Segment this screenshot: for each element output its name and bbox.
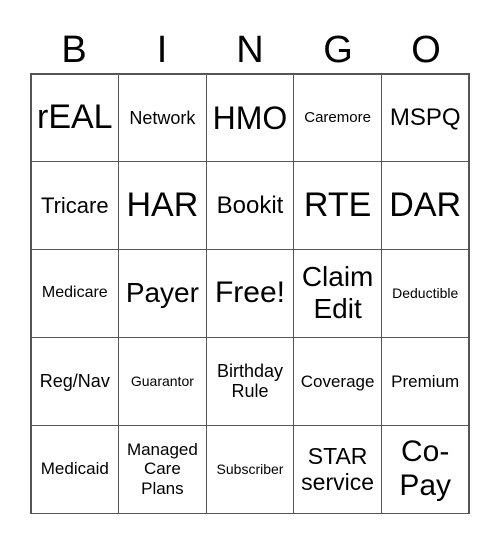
bingo-cell[interactable]: MSPQ (380, 73, 470, 163)
header-letter-g: G (323, 29, 353, 71)
bingo-cell[interactable]: Birthday Rule (205, 336, 295, 426)
header-letter-b: B (61, 29, 87, 71)
bingo-cell[interactable]: Medicaid (30, 424, 120, 514)
bingo-cell[interactable]: HMO (205, 73, 295, 163)
header-letter-n: N (236, 29, 264, 71)
bingo-cell[interactable]: DAR (380, 161, 470, 251)
bingo-cell[interactable]: Medicare (30, 249, 120, 338)
bingo-cell[interactable]: Bookit (205, 161, 295, 251)
bingo-grid: rEAL Network HMO Caremore MSPQ Tricare HAR Book… (30, 73, 470, 514)
bingo-cell[interactable]: rEAL (30, 73, 120, 163)
bingo-cell[interactable]: Co- Pay (380, 424, 470, 514)
bingo-cell[interactable]: Guarantor (118, 336, 207, 426)
bingo-cell[interactable]: Managed Care Plans (118, 424, 207, 514)
bingo-cell[interactable]: Coverage (293, 336, 382, 426)
bingo-header: B I N G O (30, 28, 470, 72)
bingo-cell[interactable]: Caremore (293, 73, 382, 163)
bingo-cell[interactable]: HAR (118, 161, 207, 251)
bingo-cell[interactable]: Deductible (380, 249, 470, 338)
bingo-cell[interactable]: Reg/Nav (30, 336, 120, 426)
bingo-cell[interactable]: STAR service (293, 424, 382, 514)
bingo-cell[interactable]: Tricare (30, 161, 120, 251)
bingo-cell[interactable]: Free! (205, 249, 295, 338)
bingo-cell[interactable]: Network (118, 73, 207, 163)
header-letter-o: O (411, 29, 441, 71)
header-letter-i: I (156, 29, 168, 71)
bingo-cell[interactable]: Premium (380, 336, 470, 426)
bingo-cell[interactable]: RTE (293, 161, 382, 251)
bingo-cell[interactable]: Payer (118, 249, 207, 338)
bingo-cell[interactable]: Subscriber (205, 424, 295, 514)
bingo-cell[interactable]: Claim Edit (293, 249, 382, 338)
